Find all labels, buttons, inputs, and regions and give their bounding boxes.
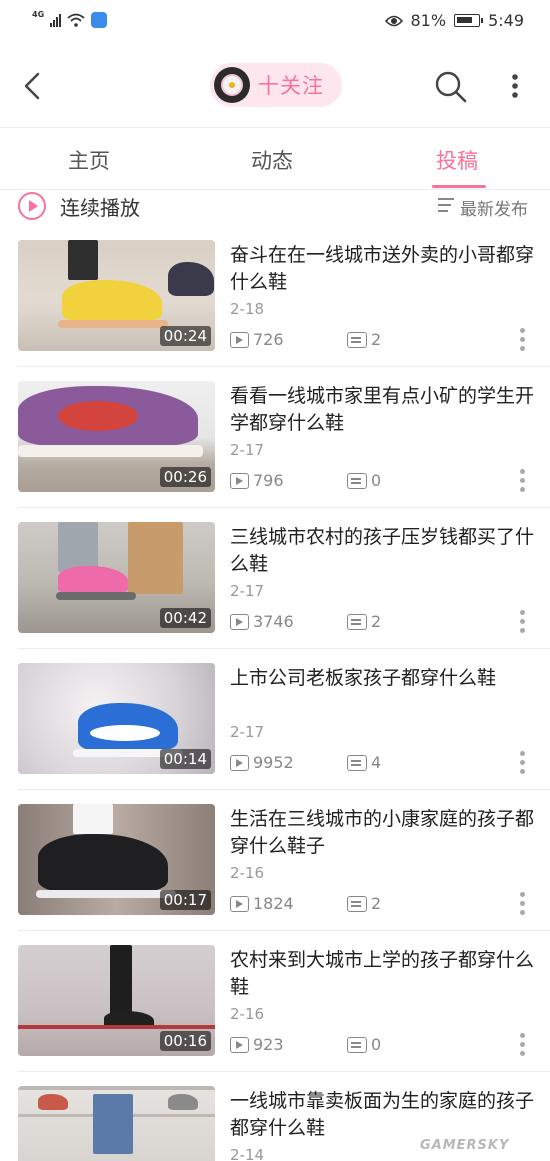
video-date: 2-18 bbox=[230, 300, 265, 318]
video-date: 2-16 bbox=[230, 1005, 265, 1023]
comment-icon bbox=[347, 473, 367, 489]
continuous-play-button[interactable]: 连续播放 bbox=[60, 192, 140, 221]
play-count: 9952 bbox=[253, 753, 294, 772]
comment-count: 4 bbox=[371, 753, 382, 772]
comment-count: 0 bbox=[371, 471, 382, 490]
shield-icon bbox=[91, 12, 108, 28]
sort-icon[interactable] bbox=[438, 198, 454, 212]
video-thumbnail[interactable]: 00:26 bbox=[18, 381, 215, 492]
comment-icon bbox=[347, 755, 367, 771]
tab-bar: 主页 动态 投稿 bbox=[0, 129, 550, 190]
video-title[interactable]: 奋斗在在一线城市送外卖的小哥都穿什么鞋 bbox=[230, 242, 535, 296]
play-count-icon bbox=[230, 755, 249, 771]
battery-percent: 81% bbox=[410, 11, 447, 30]
video-date: 2-17 bbox=[230, 582, 265, 600]
item-more-icon[interactable] bbox=[517, 892, 527, 918]
list-toolbar: 连续播放 最新发布 bbox=[0, 190, 550, 226]
play-count: 3746 bbox=[253, 612, 294, 631]
tab-home[interactable]: 主页 bbox=[68, 145, 110, 175]
item-more-icon[interactable] bbox=[517, 328, 527, 354]
sort-button[interactable]: 最新发布 bbox=[460, 195, 528, 220]
avatar[interactable] bbox=[214, 67, 250, 103]
play-count-icon bbox=[230, 614, 249, 630]
video-date: 2-16 bbox=[230, 864, 265, 882]
duration-badge: 00:17 bbox=[159, 890, 211, 910]
play-count-icon bbox=[230, 896, 249, 912]
duration-badge: 00:14 bbox=[159, 749, 211, 769]
battery-icon bbox=[454, 14, 484, 27]
video-date: 2-14 bbox=[230, 1146, 265, 1161]
video-title[interactable]: 上市公司老板家孩子都穿什么鞋 bbox=[230, 665, 535, 692]
video-item[interactable]: 00:14 上市公司老板家孩子都穿什么鞋 2-17 9952 4 bbox=[0, 649, 550, 790]
comment-count: 2 bbox=[371, 612, 382, 631]
video-stats: 3746 2 bbox=[230, 612, 530, 634]
comment-icon bbox=[347, 332, 367, 348]
play-count: 1824 bbox=[253, 894, 294, 913]
play-count-icon bbox=[230, 332, 249, 348]
video-thumbnail[interactable]: 00:14 bbox=[18, 663, 215, 774]
item-more-icon[interactable] bbox=[517, 1033, 527, 1059]
video-thumbnail[interactable]: 00:16 bbox=[18, 945, 215, 1056]
video-thumbnail[interactable]: 00:17 bbox=[18, 804, 215, 915]
play-count: 923 bbox=[253, 1035, 284, 1054]
duration-badge: 00:42 bbox=[159, 608, 211, 628]
item-more-icon[interactable] bbox=[517, 469, 527, 495]
play-count: 726 bbox=[253, 330, 284, 349]
wifi-icon bbox=[67, 13, 85, 27]
video-stats: 9952 4 bbox=[230, 753, 530, 775]
video-item[interactable]: 00:16 农村来到大城市上学的孩子都穿什么鞋 2-16 923 0 bbox=[0, 931, 550, 1072]
comment-count: 0 bbox=[371, 1035, 382, 1054]
video-item[interactable]: 00:26 看看一线城市家里有点小矿的学生开学都穿什么鞋 2-17 796 0 bbox=[0, 367, 550, 508]
play-count-icon bbox=[230, 473, 249, 489]
tab-indicator bbox=[432, 185, 486, 188]
clock: 5:49 bbox=[488, 11, 524, 30]
video-date: 2-17 bbox=[230, 723, 265, 741]
video-title[interactable]: 一线城市靠卖板面为生的家庭的孩子都穿什么鞋 bbox=[230, 1088, 535, 1142]
video-stats: 726 2 bbox=[230, 330, 530, 352]
comment-count: 2 bbox=[371, 330, 382, 349]
search-icon[interactable] bbox=[434, 70, 468, 104]
top-bar: 十关注 bbox=[0, 44, 550, 128]
eye-icon bbox=[384, 15, 403, 26]
video-title[interactable]: 看看一线城市家里有点小矿的学生开学都穿什么鞋 bbox=[230, 383, 535, 437]
duration-badge: 00:26 bbox=[159, 467, 211, 487]
video-thumbnail[interactable]: 00:24 bbox=[18, 240, 215, 351]
video-title[interactable]: 生活在三线城市的小康家庭的孩子都穿什么鞋子 bbox=[230, 806, 535, 860]
watermark: GAMERSKY bbox=[420, 1138, 510, 1153]
video-title[interactable]: 农村来到大城市上学的孩子都穿什么鞋 bbox=[230, 947, 535, 1001]
play-circle-icon[interactable] bbox=[18, 192, 46, 220]
video-stats: 923 0 bbox=[230, 1035, 530, 1057]
tab-submissions[interactable]: 投稿 bbox=[436, 145, 478, 175]
item-more-icon[interactable] bbox=[517, 610, 527, 636]
video-thumbnail[interactable]: 00:42 bbox=[18, 522, 215, 633]
video-title[interactable]: 三线城市农村的孩子压岁钱都买了什么鞋 bbox=[230, 524, 535, 578]
video-date: 2-17 bbox=[230, 441, 265, 459]
more-menu-icon[interactable] bbox=[505, 72, 525, 102]
video-stats: 1824 2 bbox=[230, 894, 530, 916]
play-count-icon bbox=[230, 1037, 249, 1053]
video-item[interactable]: 00:17 生活在三线城市的小康家庭的孩子都穿什么鞋子 2-16 1824 2 bbox=[0, 790, 550, 931]
duration-badge: 00:16 bbox=[159, 1031, 211, 1051]
duration-badge: 00:24 bbox=[159, 326, 211, 346]
video-thumbnail[interactable] bbox=[18, 1086, 215, 1161]
video-stats: 796 0 bbox=[230, 471, 530, 493]
status-bar: 4G 81% 5:49 bbox=[0, 0, 550, 44]
item-more-icon[interactable] bbox=[517, 751, 527, 777]
video-item[interactable]: 00:24 奋斗在在一线城市送外卖的小哥都穿什么鞋 2-18 726 2 bbox=[0, 226, 550, 367]
signal-icon bbox=[50, 13, 62, 27]
back-arrow-icon[interactable] bbox=[20, 70, 48, 102]
follow-label: 十关注 bbox=[258, 74, 324, 98]
comment-icon bbox=[347, 614, 367, 630]
comment-icon bbox=[347, 1037, 367, 1053]
video-list: 00:24 奋斗在在一线城市送外卖的小哥都穿什么鞋 2-18 726 2 00:… bbox=[0, 226, 550, 1161]
follow-button[interactable]: 十关注 bbox=[210, 63, 342, 107]
play-count: 796 bbox=[253, 471, 284, 490]
network-type: 4G bbox=[32, 10, 45, 19]
comment-icon bbox=[347, 896, 367, 912]
comment-count: 2 bbox=[371, 894, 382, 913]
tab-dynamics[interactable]: 动态 bbox=[251, 145, 293, 175]
video-item[interactable]: 00:42 三线城市农村的孩子压岁钱都买了什么鞋 2-17 3746 2 bbox=[0, 508, 550, 649]
